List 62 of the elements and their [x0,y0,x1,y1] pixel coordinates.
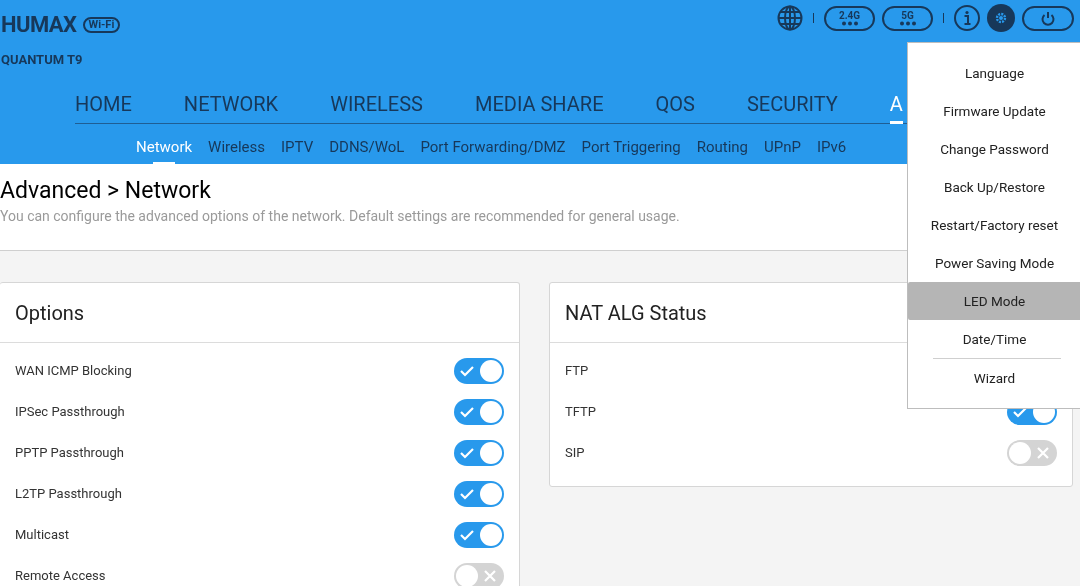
option-label: FTP [565,362,589,381]
option-label: Multicast [15,526,69,545]
wifi-badge: Wi-Fi [82,16,121,33]
toggle-switch[interactable] [454,481,504,507]
card-title: NAT ALG Status [565,299,707,327]
brand-logo: HUMAX [1,11,77,39]
option-label: SIP [565,444,585,463]
toggle-switch[interactable] [454,358,504,384]
globe-icon[interactable] [777,5,803,31]
subnav-tab[interactable]: Port Forwarding/DMZ [420,136,566,165]
cross-icon [1037,447,1049,459]
band-button[interactable]: 2.4G [824,5,875,31]
toggle-knob [480,360,502,382]
page-description: You can configure the advanced options of the network. Default settings are recommended for general usage. [0,207,680,226]
toggle-knob [456,565,478,586]
option-label: WAN ICMP Blocking [15,362,132,381]
nav-tab[interactable]: WIRELESS [330,87,423,124]
check-icon [460,529,474,541]
subnav-tab[interactable]: Wireless [208,136,266,165]
nav-tab[interactable]: HOME [75,87,132,124]
option-label: PPTP Passthrough [15,444,124,463]
subnav-tab[interactable]: Network [136,136,193,165]
check-icon [460,488,474,500]
info-icon[interactable] [954,5,980,31]
toggle-switch[interactable] [1007,440,1057,466]
check-icon [460,365,474,377]
nav-tab[interactable]: QOS [655,87,695,124]
subnav-tab[interactable]: DDNS/WoL [329,136,405,165]
toggle-switch[interactable] [454,563,504,586]
subnav-tab[interactable]: UPnP [764,136,801,165]
toggle-knob [480,442,502,464]
toggle-knob [480,483,502,505]
card-title: Options [15,299,85,327]
option-label: IPSec Passthrough [15,403,125,422]
cross-icon [484,570,496,582]
subnav-tab[interactable]: Port Triggering [581,136,681,165]
toggle-knob [1009,442,1031,464]
subnav-tab[interactable]: IPTV [281,136,314,165]
nav-tab[interactable]: MEDIA SHARE [474,87,604,124]
signal-dots-icon [898,20,917,26]
toggle-switch[interactable] [454,399,504,425]
menu-item[interactable]: LED Mode [908,282,1080,320]
model-name: QUANTUM T9 [1,52,83,67]
signal-dots-icon [840,20,859,26]
subnav-tab[interactable]: IPv6 [816,136,847,165]
option-label: L2TP Passthrough [15,485,122,504]
subnav-tab[interactable]: Routing [696,136,748,165]
band-button[interactable]: 5G [882,5,933,31]
toggle-switch[interactable] [454,522,504,548]
settings-icon[interactable] [987,4,1015,32]
page-title: Advanced > Network [0,177,211,205]
power-icon[interactable] [1022,5,1074,31]
nav-tab[interactable]: SECURITY [746,87,838,124]
toggle-knob [480,401,502,423]
option-label: Remote Access [15,567,106,586]
option-label: TFTP [565,403,597,422]
nav-tab[interactable]: NETWORK [183,87,279,124]
toggle-switch[interactable] [454,440,504,466]
check-icon [460,406,474,418]
toggle-knob [480,524,502,546]
nav-tab[interactable]: A [889,87,903,124]
check-icon [460,447,474,459]
